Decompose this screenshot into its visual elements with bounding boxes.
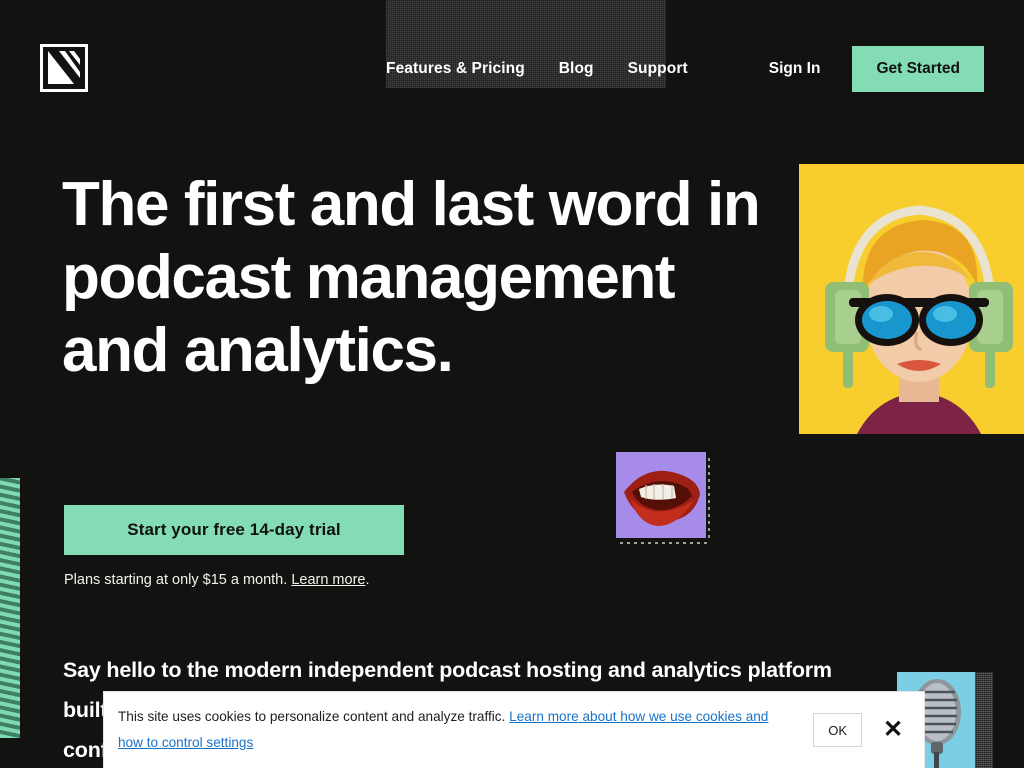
plans-pricing-period: . [365,572,370,588]
nav-item-features-pricing[interactable]: Features & Pricing [386,52,525,86]
plans-pricing-note: Plans starting at only $15 a month. Lear… [64,570,370,590]
cookie-consent-banner: This site uses cookies to personalize co… [104,692,924,768]
nav-item-blog[interactable]: Blog [559,52,594,86]
cookie-banner-message: This site uses cookies to personalize co… [118,709,510,724]
cookie-ok-button[interactable]: OK [813,713,862,747]
landing-page: Features & Pricing Blog Support Sign In … [0,0,1024,768]
cookie-close-icon[interactable]: ✕ [880,717,906,743]
primary-nav: Features & Pricing Blog Support [386,52,688,86]
teal-wave-stripe-pattern [0,478,20,738]
get-started-button[interactable]: Get Started [852,46,984,92]
learn-more-pricing-link[interactable]: Learn more [291,572,365,588]
page-title: The first and last word in podcast manag… [62,170,761,385]
open-mouth-lips-photo [616,452,706,538]
plans-pricing-text: Plans starting at only $15 a month. [64,572,292,588]
nav-item-support[interactable]: Support [628,52,688,86]
cookie-banner-text: This site uses cookies to personalize co… [104,704,813,756]
mic-noise-texture [975,672,993,768]
header-actions: Sign In Get Started [769,46,984,92]
site-header: Features & Pricing Blog Support Sign In … [0,0,1024,110]
sign-in-link[interactable]: Sign In [769,46,853,92]
podcast-logo-mark-icon[interactable] [40,44,88,92]
start-free-trial-button[interactable]: Start your free 14-day trial [64,505,404,555]
woman-with-headphones-photo [799,164,1024,434]
